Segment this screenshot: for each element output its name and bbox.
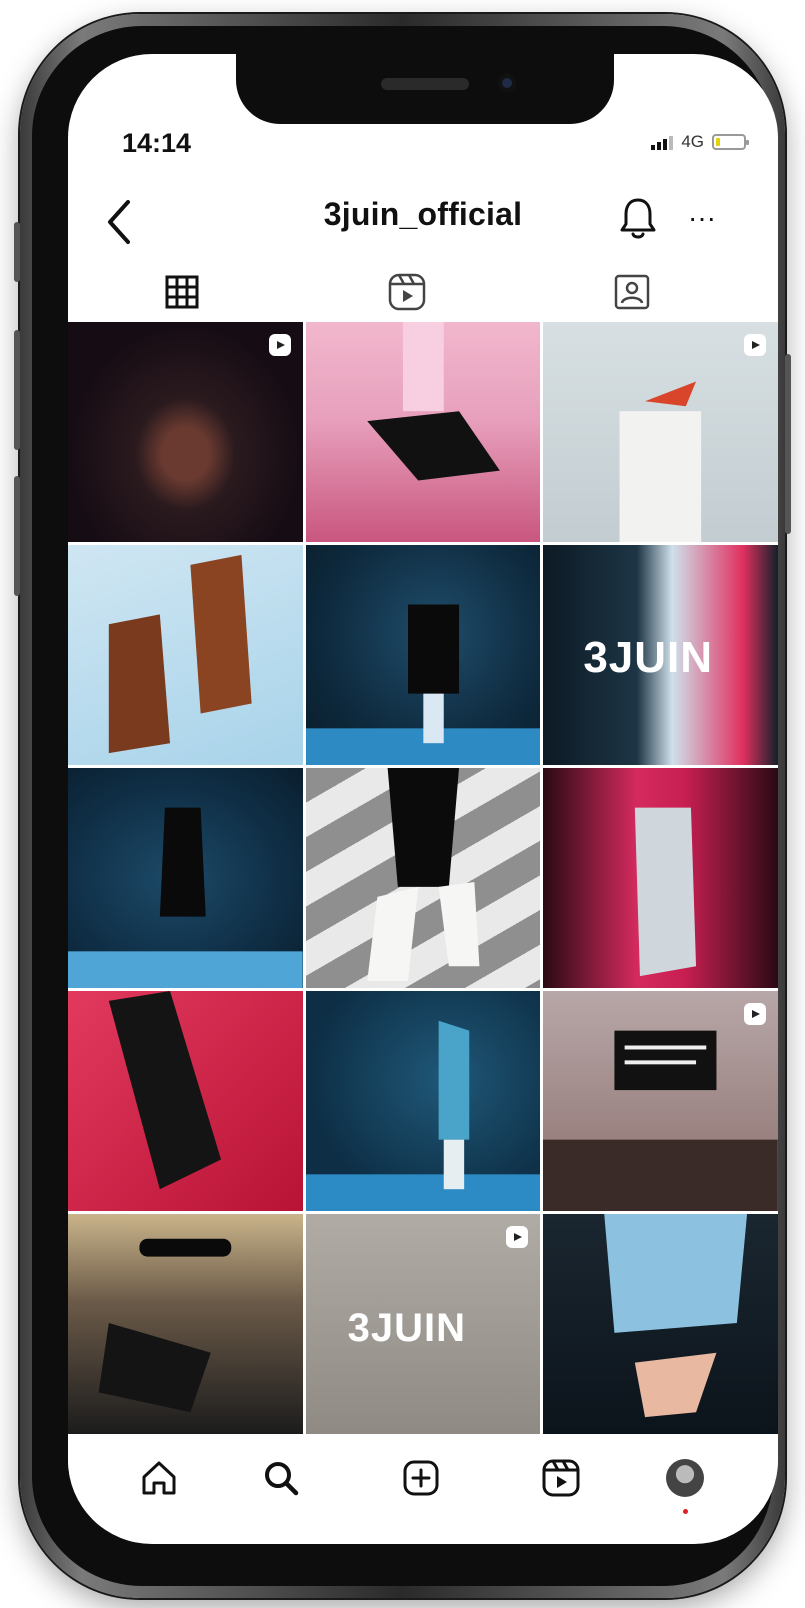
tab-grid-icon[interactable] — [160, 270, 204, 314]
post-tile-brown-boots[interactable] — [68, 545, 303, 765]
search-icon[interactable] — [258, 1455, 304, 1501]
figure-shape — [98, 1238, 232, 1413]
post-tile-sunglasses-woman[interactable] — [68, 1214, 303, 1434]
speaker — [381, 78, 469, 90]
profile-tabs — [68, 260, 778, 324]
figure-shape — [68, 807, 303, 988]
screen: 14:14 4G 3juin_official ··· 3JUIN 3JUIN — [68, 54, 778, 1544]
post-tile-denim-heel[interactable] — [543, 1214, 778, 1434]
home-icon[interactable] — [136, 1455, 182, 1501]
shoe-shape — [366, 322, 500, 481]
battery-icon — [712, 134, 749, 150]
notification-dot — [683, 1509, 688, 1514]
post-tile-clapperboard[interactable] — [543, 991, 778, 1211]
volume-down-button — [14, 476, 20, 596]
bottom-nav — [68, 1437, 778, 1527]
reel-badge-icon — [268, 334, 291, 356]
boots-shape — [108, 554, 252, 754]
create-icon[interactable] — [398, 1455, 444, 1501]
post-tile-silver-boot-magenta[interactable] — [543, 768, 778, 988]
reel-badge-icon — [744, 334, 766, 356]
avatar — [666, 1459, 704, 1497]
denim-shape — [604, 1214, 748, 1418]
reels-nav-icon[interactable] — [538, 1455, 584, 1501]
post-tile-pink-wedge[interactable] — [305, 322, 541, 542]
signal-icon — [651, 134, 674, 150]
volume-up-button — [14, 330, 20, 450]
post-tile-3juin-brand[interactable]: 3JUIN — [543, 545, 778, 765]
figure-shape — [305, 604, 541, 765]
more-icon[interactable]: ··· — [680, 204, 724, 232]
phone-frame: 14:14 4G 3juin_official ··· 3JUIN 3JUIN — [14, 14, 791, 1598]
notch — [236, 54, 614, 124]
post-tile-posing-figure[interactable] — [68, 768, 303, 988]
front-camera — [498, 74, 516, 92]
post-tile-black-boot-red[interactable] — [68, 991, 303, 1211]
brand-wordmark: 3JUIN — [583, 633, 714, 682]
post-tile-3juin-street[interactable]: 3JUIN — [305, 1214, 541, 1434]
brand-wordmark: 3JUIN — [347, 1306, 467, 1350]
power-button — [785, 354, 791, 534]
mute-switch — [14, 222, 20, 282]
profile-avatar[interactable] — [662, 1455, 708, 1514]
post-tile-black-dress-silver-boots[interactable] — [305, 545, 541, 765]
reel-badge-icon — [506, 1226, 529, 1248]
profile-username: 3juin_official — [323, 196, 523, 232]
network-type: 4G — [681, 132, 704, 151]
post-tile-blue-dress[interactable] — [305, 991, 541, 1211]
boot-shape — [635, 807, 697, 977]
status-indicators: 4G — [651, 132, 749, 152]
posts-grid: 3JUIN 3JUIN — [68, 322, 778, 1434]
bell-icon[interactable] — [616, 194, 660, 242]
boot-shape — [108, 991, 222, 1190]
tab-reels-icon[interactable] — [385, 270, 429, 314]
status-time: 14:14 — [122, 128, 192, 158]
post-tile-red-sandal[interactable] — [543, 322, 778, 542]
reel-badge-icon — [744, 1003, 766, 1025]
post-tile-dancer[interactable] — [68, 322, 303, 542]
figure-shape — [305, 1020, 541, 1211]
post-tile-crosswalk-white-boots[interactable] — [305, 768, 541, 988]
tab-tagged-icon[interactable] — [610, 270, 654, 314]
figure-shape — [366, 768, 480, 982]
